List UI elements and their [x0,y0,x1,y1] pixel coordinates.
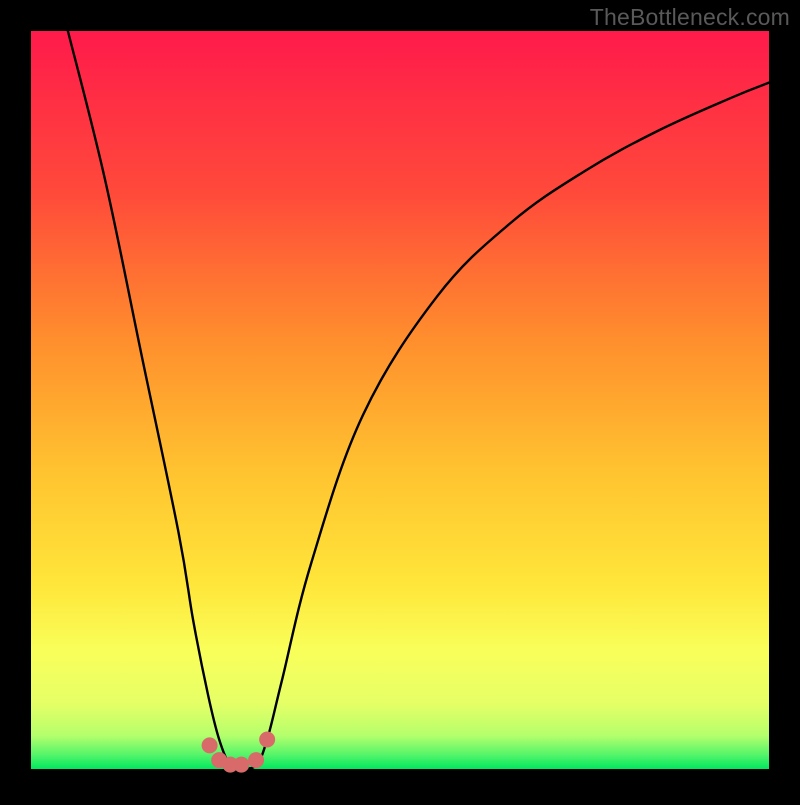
valley-marker [248,752,264,768]
watermark-text: TheBottleneck.com [590,4,790,31]
valley-marker [259,731,275,747]
bottleneck-chart [0,0,800,800]
chart-frame: TheBottleneck.com [0,0,800,800]
chart-background [31,31,769,769]
valley-marker [233,757,249,773]
valley-marker [202,737,218,753]
